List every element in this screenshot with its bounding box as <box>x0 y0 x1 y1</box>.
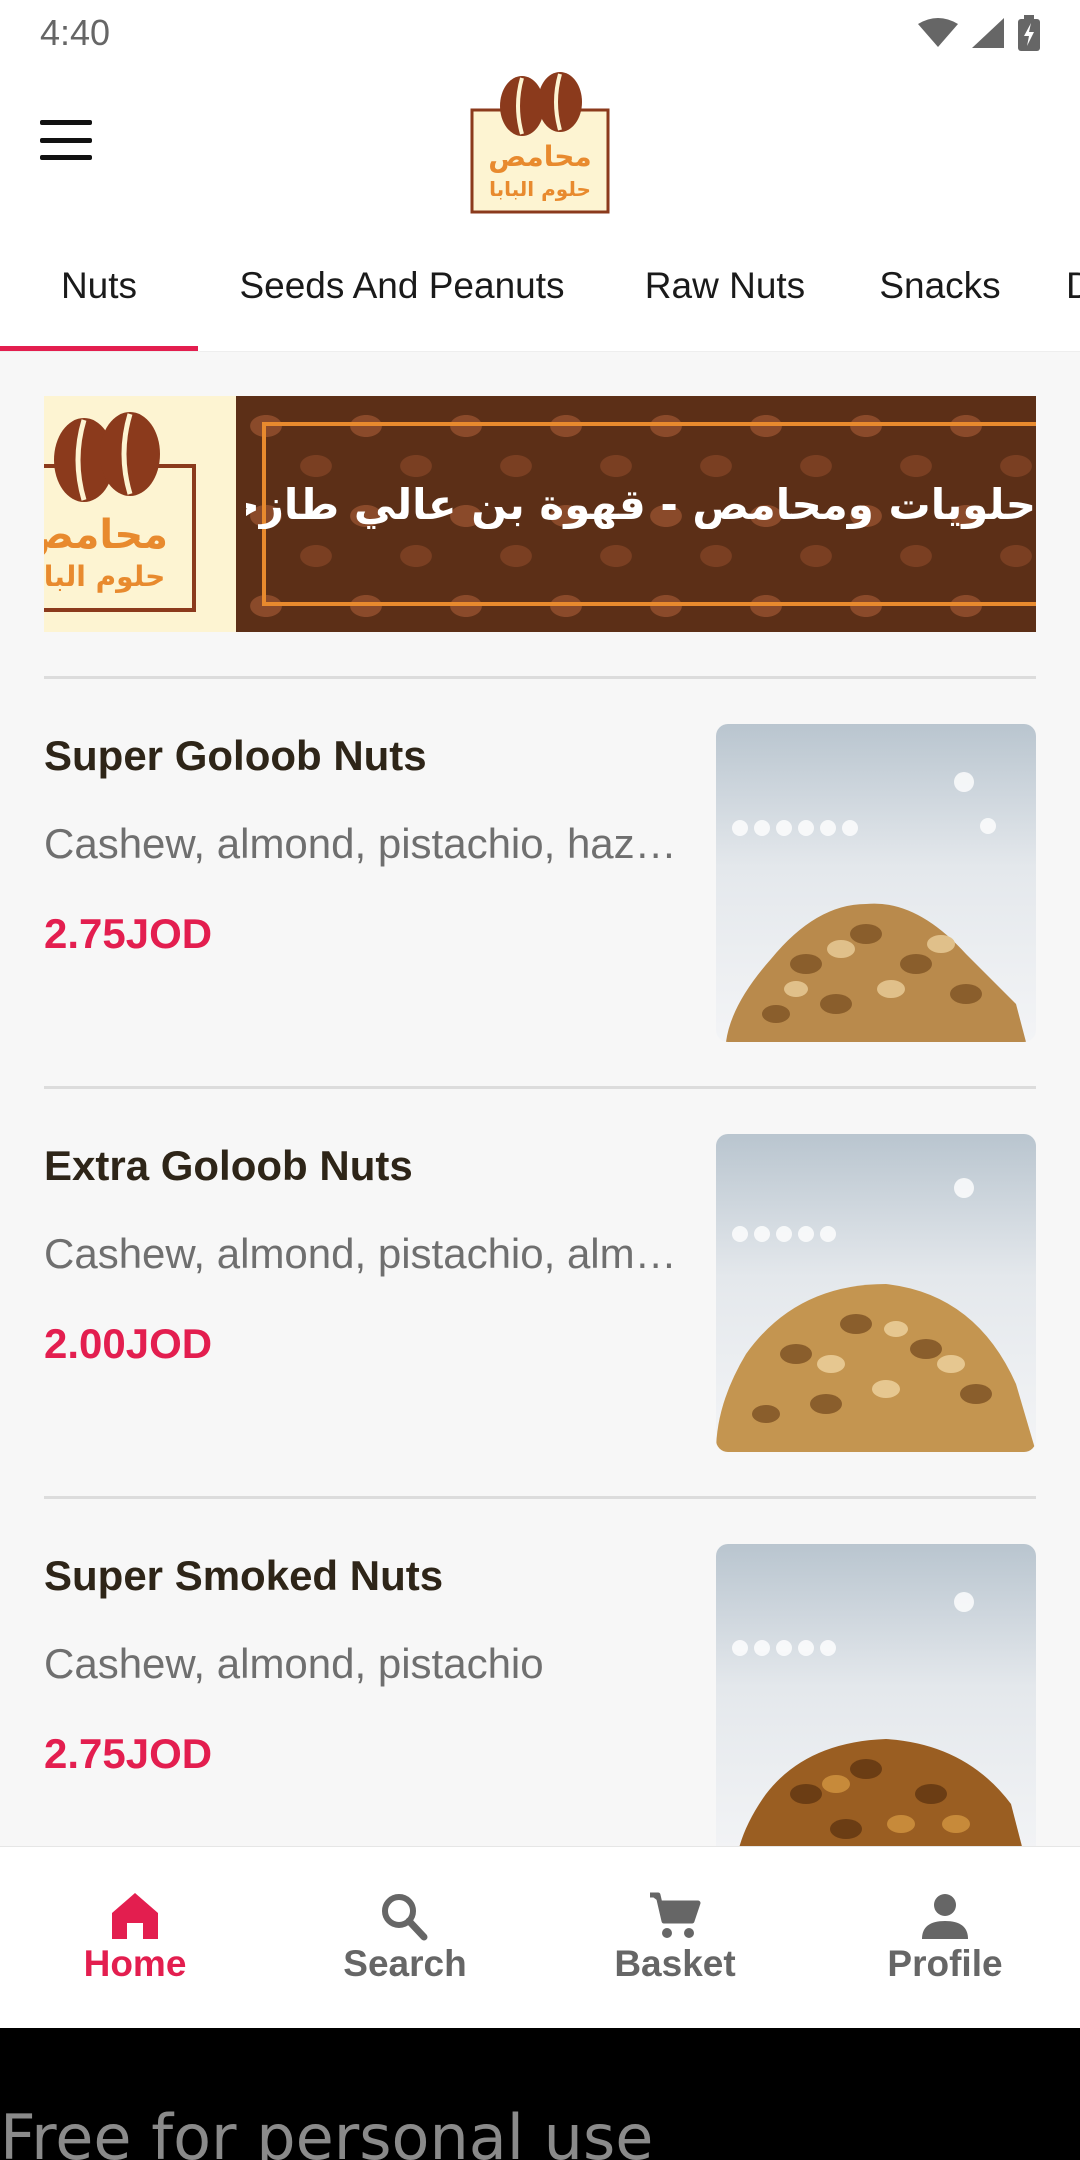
promo-banner[interactable]: محامص حلوم البابا حلويات ومحامص - قهوة ب… <box>44 396 1036 632</box>
product-image <box>716 724 1036 1042</box>
product-card-super-goloob-nuts[interactable]: Super Goloob Nuts Cashew, almond, pistac… <box>44 724 1036 1044</box>
logo-text-bottom: حلوم البابا <box>489 177 591 201</box>
watermark-strip: Free for personal use <box>0 2028 1080 2160</box>
product-description: Cashew, almond, pistachio, hazelnut <box>44 820 684 867</box>
product-price: 2.75JOD <box>44 910 213 957</box>
watermark-text: Free for personal use <box>0 2101 654 2160</box>
tab-nuts[interactable]: Nuts <box>0 220 198 351</box>
home-icon <box>112 1892 158 1939</box>
product-image <box>716 1134 1036 1452</box>
product-name: Extra Goloob Nuts <box>44 1142 413 1189</box>
tab-next-partial[interactable]: D <box>1066 220 1080 351</box>
list-divider <box>44 676 1036 679</box>
banner-logo-panel: محامص حلوم البابا <box>44 396 236 632</box>
nav-basket[interactable]: Basket <box>540 1847 810 2028</box>
wifi-icon <box>918 18 958 47</box>
system-icons <box>918 15 1040 51</box>
banner-logo-text-top: محامص <box>44 512 168 558</box>
person-icon <box>922 1893 968 1939</box>
product-price: 2.00JOD <box>44 1320 213 1367</box>
search-icon <box>382 1893 428 1940</box>
bottom-navigation: Home Search Basket Profile <box>0 1846 1080 2028</box>
product-image <box>716 1544 1036 1846</box>
brand-logo: محامص حلوم البابا <box>470 72 610 214</box>
list-divider <box>44 1086 1036 1089</box>
menu-icon-bar <box>40 120 92 125</box>
tab-snacks[interactable]: Snacks <box>862 220 1018 351</box>
product-name: Super Goloob Nuts <box>44 732 427 779</box>
nav-home[interactable]: Home <box>0 1847 270 2028</box>
nav-basket-label: Basket <box>614 1942 736 1984</box>
status-bar: 4:40 <box>0 0 1080 66</box>
product-card-extra-goloob-nuts[interactable]: Extra Goloob Nuts Cashew, almond, pistac… <box>44 1134 1036 1454</box>
product-description: Cashew, almond, pistachio, almond <box>44 1230 684 1277</box>
list-divider <box>44 1496 1036 1499</box>
category-tabs: Nuts Seeds And Peanuts Raw Nuts Snacks D <box>0 220 1080 352</box>
tab-seeds-and-peanuts[interactable]: Seeds And Peanuts <box>218 220 586 351</box>
banner-text: حلويات ومحامص - قهوة بن عالي طازجة - مكس… <box>246 480 1036 529</box>
banner-logo: محامص حلوم البابا <box>44 412 196 612</box>
product-price: 2.75JOD <box>44 1730 213 1777</box>
product-name: Super Smoked Nuts <box>44 1552 444 1599</box>
nav-home-label: Home <box>83 1942 187 1984</box>
logo-text-top: محامص <box>488 140 592 173</box>
banner-logo-text-bottom: حلوم البابا <box>44 560 165 593</box>
cart-icon <box>650 1892 701 1938</box>
menu-icon-bar <box>40 137 92 143</box>
cell-signal-icon <box>972 18 1004 48</box>
product-card-super-smoked-nuts[interactable]: Super Smoked Nuts Cashew, almond, pistac… <box>44 1544 1036 1846</box>
tab-raw-nuts[interactable]: Raw Nuts <box>620 220 830 351</box>
hamburger-menu-button[interactable] <box>40 120 92 160</box>
menu-icon-bar <box>40 155 92 160</box>
nav-profile-label: Profile <box>887 1942 1003 1984</box>
product-description: Cashew, almond, pistachio <box>44 1640 544 1687</box>
nav-search[interactable]: Search <box>270 1847 540 2028</box>
nav-profile[interactable]: Profile <box>810 1847 1080 2028</box>
status-time: 4:40 <box>40 12 111 53</box>
app-header: محامص حلوم البابا <box>0 66 1080 220</box>
battery-icon <box>1018 15 1040 51</box>
nav-search-label: Search <box>343 1942 467 1984</box>
